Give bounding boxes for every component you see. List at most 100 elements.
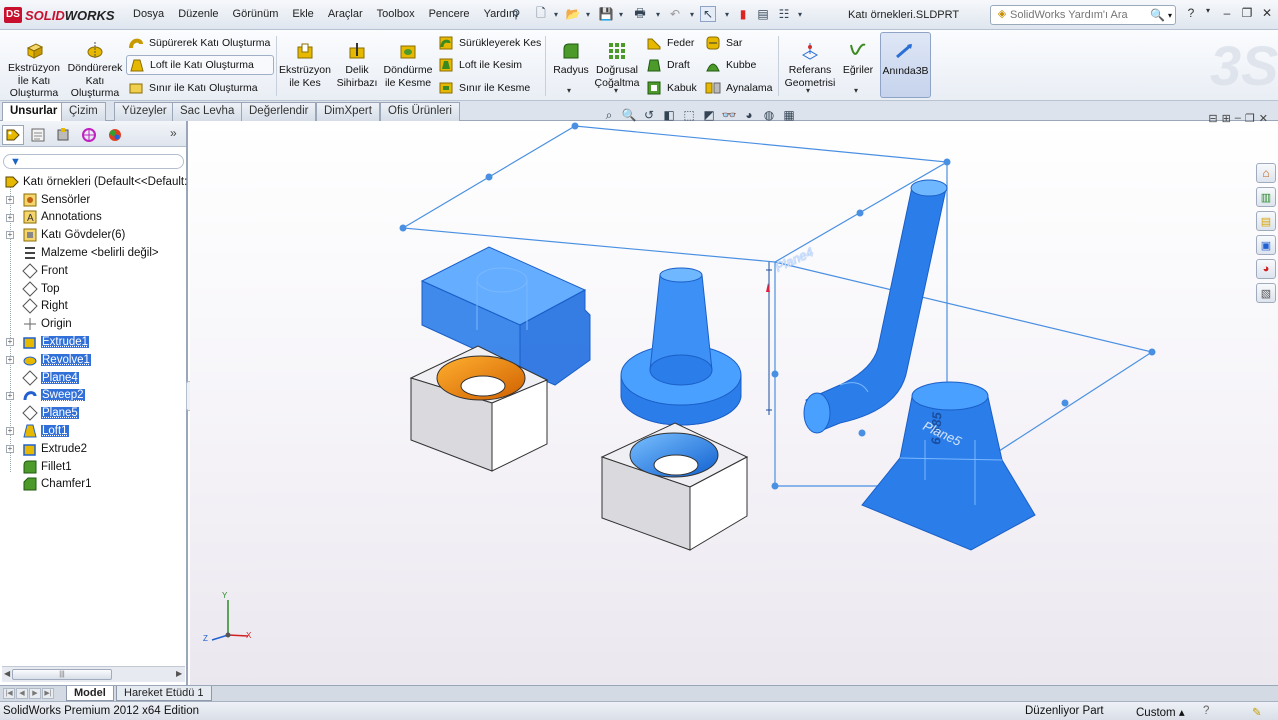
search-icon[interactable]: 🔍 <box>1150 8 1165 22</box>
tab-0[interactable]: Unsurlar <box>2 102 66 122</box>
menu-4[interactable]: Araçlar <box>321 6 370 22</box>
tree-node[interactable]: + Loft1 <box>0 422 186 440</box>
expand-icon[interactable]: + <box>6 355 14 364</box>
sweep-cut-button[interactable]: Sürükleyerek Kes <box>438 33 541 53</box>
tree-node[interactable]: Origin <box>0 315 186 333</box>
instant3d-button[interactable]: Anında3B <box>880 32 931 98</box>
graphics-area[interactable]: ⊟ ⊞ – ❐ ✕ Plane4 6.485 Plane5 Y X Z ⌕ 🔍 … <box>190 108 1278 688</box>
expand-icon[interactable]: + <box>6 391 14 400</box>
tree-node[interactable]: + Extrude2 <box>0 440 186 458</box>
boundary-cut-button[interactable]: Sınır ile Kesme <box>438 78 530 98</box>
loft-boss-button[interactable]: Loft ile Katı Oluşturma <box>126 55 274 75</box>
appearances-tab[interactable]: ◕ <box>1256 259 1276 279</box>
save-icon[interactable]: 💾 <box>598 6 614 22</box>
dropdown-icon[interactable]: ▾ <box>548 6 564 22</box>
help-icon[interactable]: ? <box>1203 705 1209 717</box>
model-scene[interactable]: Plane4 6.485 Plane5 Y X Z <box>190 121 1278 688</box>
fillet-dropdown-icon[interactable]: ▾ <box>567 86 571 95</box>
help-search-box[interactable]: ◈ 🔍 ▾ <box>990 5 1176 25</box>
revolve-cut-button[interactable]: Döndürme ile Kesme <box>382 32 434 98</box>
loft-cut-button[interactable]: Loft ile Kesim <box>438 55 522 75</box>
dome-button[interactable]: Kubbe <box>705 55 756 75</box>
units-selector[interactable]: Custom ▴ <box>1136 705 1185 719</box>
view-orientation-icon[interactable]: ⬚ <box>680 106 698 124</box>
tab-4[interactable]: Değerlendir <box>241 102 317 121</box>
close-icon[interactable]: ✕ <box>1259 6 1275 22</box>
dropdown-icon[interactable]: ▾ <box>580 6 596 22</box>
view-palette-tab[interactable]: ▣ <box>1256 235 1276 255</box>
menu-2[interactable]: Görünüm <box>226 6 286 22</box>
zoom-to-fit-icon[interactable]: ⌕ <box>600 106 618 124</box>
menu-0[interactable]: Dosya <box>126 6 171 22</box>
help-search-input[interactable] <box>1010 9 1150 21</box>
tree-node[interactable]: + Revolve1 <box>0 351 186 369</box>
mirror-button[interactable]: Aynalama <box>705 78 773 98</box>
tree-filter-box[interactable]: ▼ <box>3 154 184 169</box>
apply-scene-icon[interactable]: ◍ <box>760 106 778 124</box>
file-properties-icon[interactable]: ▤ <box>755 6 771 22</box>
zoom-to-area-icon[interactable]: 🔍 <box>620 106 638 124</box>
tree-node[interactable]: Front <box>0 262 186 280</box>
help-icon[interactable]: ? <box>1183 6 1199 22</box>
expand-icon[interactable]: + <box>6 213 14 222</box>
minimize-icon[interactable]: – <box>1219 6 1235 22</box>
tree-node[interactable]: Plane5 <box>0 404 186 422</box>
tab-1[interactable]: Çizim <box>61 102 106 121</box>
prev-tab-icon[interactable]: ◀ <box>16 688 28 699</box>
tab-2[interactable]: Yüzeyler <box>114 102 175 121</box>
tree-node[interactable]: + Sensörler <box>0 191 186 209</box>
pin-icon[interactable]: ⚲ <box>508 6 524 22</box>
rebuild-indicator-icon[interactable]: ✎ <box>1252 705 1262 719</box>
horizontal-scrollbar[interactable]: ◀ ||| ▶ <box>2 666 185 682</box>
dropdown-icon[interactable]: ▾ <box>792 6 808 22</box>
tree-node[interactable]: + Extrude1 <box>0 333 186 351</box>
display-style-icon[interactable]: ◩ <box>700 106 718 124</box>
motion-study-tab[interactable]: Hareket Etüdü 1 <box>116 686 212 701</box>
expand-panel-icon[interactable]: » <box>170 126 177 140</box>
expand-icon[interactable]: + <box>6 444 14 453</box>
restore-icon[interactable]: ❐ <box>1239 6 1255 22</box>
display-manager-tab[interactable] <box>104 125 126 145</box>
tree-node[interactable]: Malzeme <belirli değil> <box>0 244 186 262</box>
scroll-left-icon[interactable]: ◀ <box>4 669 10 678</box>
tab-5[interactable]: DimXpert <box>316 102 380 121</box>
dropdown-icon[interactable]: ▾ <box>1200 6 1216 22</box>
expand-icon[interactable]: + <box>6 427 14 436</box>
tree-node[interactable]: Chamfer1 <box>0 476 186 494</box>
first-tab-icon[interactable]: |◀ <box>3 688 15 699</box>
menu-6[interactable]: Pencere <box>422 6 477 22</box>
hole-wizard-button[interactable]: Delik Sihirbazı <box>334 32 380 98</box>
extrude-cut-button[interactable]: Ekstrüzyon ile Kes <box>279 32 331 98</box>
menu-5[interactable]: Toolbox <box>370 6 422 22</box>
section-view-icon[interactable]: ◧ <box>660 106 678 124</box>
select-arrow-icon[interactable]: ↖ <box>700 6 716 22</box>
new-document-icon[interactable]: 🗋 <box>533 6 549 22</box>
scrollbar-thumb[interactable]: ||| <box>12 669 112 680</box>
tree-node[interactable]: Plane4 <box>0 369 186 387</box>
expand-icon[interactable]: + <box>6 195 14 204</box>
menu-3[interactable]: Ekle <box>285 6 320 22</box>
tree-node[interactable]: Fillet1 <box>0 458 186 476</box>
previous-view-icon[interactable]: ↺ <box>640 106 658 124</box>
pattern-dropdown-icon[interactable]: ▾ <box>614 86 618 95</box>
dropdown-icon[interactable]: ▾ <box>613 6 629 22</box>
next-tab-icon[interactable]: ▶ <box>29 688 41 699</box>
feature-manager-tab[interactable] <box>2 125 24 145</box>
sweep-boss-button[interactable]: Süpürerek Katı Oluşturma <box>128 33 270 53</box>
tree-node[interactable]: Right <box>0 298 186 316</box>
dropdown-icon[interactable]: ▾ <box>650 6 666 22</box>
scroll-right-icon[interactable]: ▶ <box>176 669 182 678</box>
tree-node[interactable]: + Sweep2 <box>0 387 186 405</box>
solidworks-resources-tab[interactable]: ⌂ <box>1256 163 1276 183</box>
draft-button[interactable]: Draft <box>646 55 690 75</box>
expand-icon[interactable]: + <box>6 231 14 240</box>
last-tab-icon[interactable]: ▶| <box>42 688 54 699</box>
rib-button[interactable]: Feder <box>646 33 694 53</box>
extrude-boss-button[interactable]: Ekstrüzyon İle Katı Oluşturma <box>4 32 64 99</box>
options-icon[interactable]: ☷ <box>776 6 792 22</box>
model-tab[interactable]: Model <box>66 686 114 701</box>
hide-show-icon[interactable]: 👓 <box>720 106 738 124</box>
menu-1[interactable]: Düzenle <box>171 6 225 22</box>
open-folder-icon[interactable]: 📂 <box>565 6 581 22</box>
dropdown-icon[interactable]: ▾ <box>1168 11 1172 20</box>
